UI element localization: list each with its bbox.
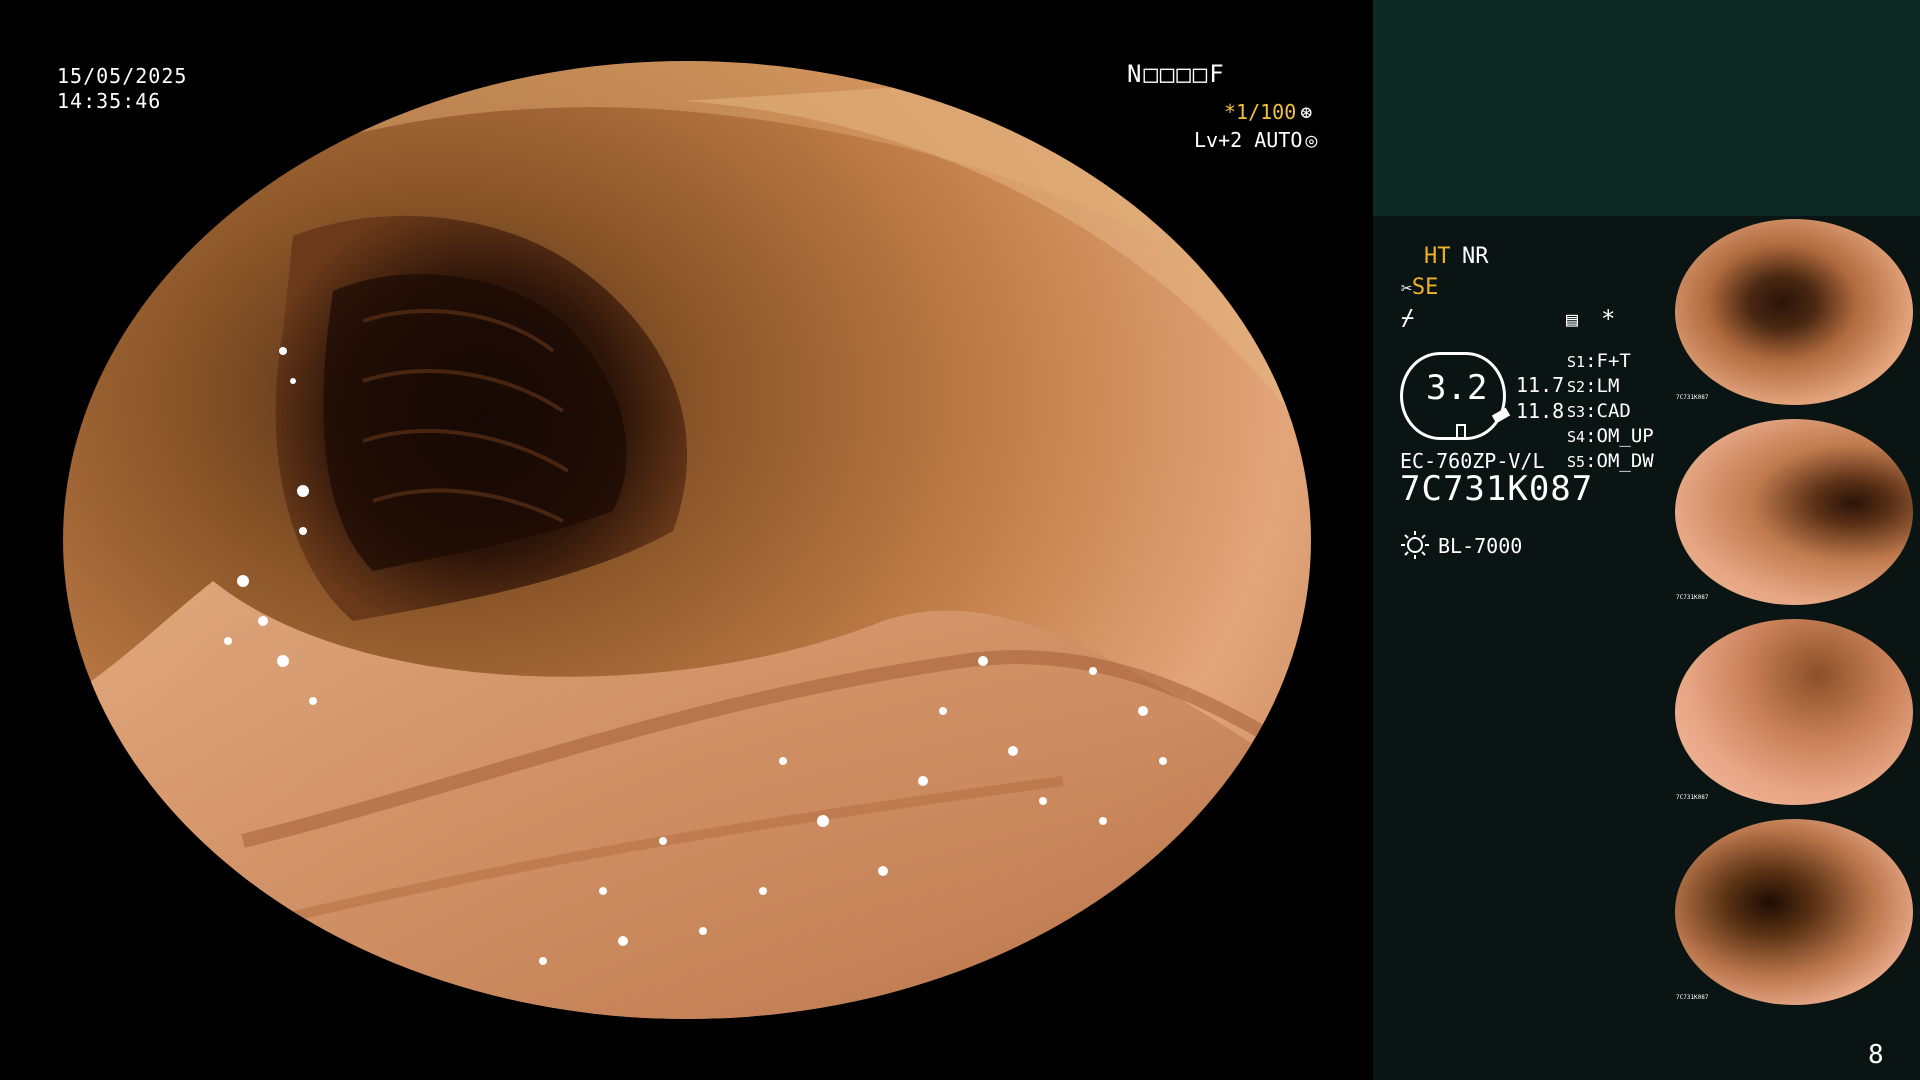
- nr-indicator: NR: [1462, 244, 1489, 269]
- switch-s4: S4:OM_UP: [1567, 425, 1654, 447]
- zoom-dial-notch: [1456, 424, 1466, 438]
- memo-icon: ▤: [1566, 307, 1579, 331]
- zoom-dial-value: 3.2: [1426, 368, 1488, 408]
- endoscope-view: 15/05/2025 14:35:46 N□□□□F *1/100 ⊛ Lv+2 …: [0, 0, 1373, 1080]
- switch-s2: S2:LM: [1567, 375, 1620, 397]
- time-readout: 14:35:46: [57, 89, 162, 113]
- thumbnail-image: [1675, 619, 1913, 805]
- value-readout-2: 11.8: [1516, 399, 1565, 423]
- page-number: 8: [1868, 1040, 1884, 1070]
- star-indicator: *: [1601, 305, 1616, 333]
- thumbnail-serial: 7C731K087: [1676, 994, 1709, 1001]
- endoscopic-image: [63, 61, 1311, 1019]
- thumbnail-image: [1675, 419, 1913, 605]
- scope-serial: 7C731K087: [1400, 469, 1594, 509]
- shutter-value: *1/100: [1224, 100, 1297, 124]
- shutter-readout-row: *1/100 ⊛: [1224, 100, 1312, 124]
- thumbnail-4[interactable]: 7C731K087: [1672, 816, 1918, 1010]
- thumbnail-serial: 7C731K087: [1676, 594, 1709, 601]
- flash-off-icon: ⌿: [1401, 306, 1415, 331]
- colon-lumen-illustration: [63, 61, 1311, 1019]
- switch-s1: S1:F+T: [1567, 350, 1631, 372]
- auto-icon: ◎: [1305, 128, 1318, 152]
- thumbnail-image: [1675, 219, 1913, 405]
- thumbnail-serial: 7C731K087: [1676, 794, 1709, 801]
- thumbnail-1[interactable]: 7C731K087: [1672, 216, 1918, 410]
- ht-indicator: HT: [1424, 244, 1451, 269]
- thumbnail-image: [1675, 819, 1913, 1005]
- date-readout: 15/05/2025: [57, 64, 188, 88]
- patient-code: N□□□□F: [1127, 60, 1226, 88]
- thumbnail-serial: 7C731K087: [1676, 394, 1709, 401]
- light-source-icon: [1401, 531, 1429, 559]
- scissors-icon: ✂: [1401, 278, 1412, 299]
- value-readout-1: 11.7: [1516, 373, 1565, 397]
- info-panel-header: [1373, 0, 1920, 216]
- thumbnail-3[interactable]: 7C731K087: [1672, 616, 1918, 810]
- light-source: BL-7000: [1438, 534, 1523, 558]
- thumbnail-2[interactable]: 7C731K087: [1672, 416, 1918, 610]
- switch-s3: S3:CAD: [1567, 400, 1631, 422]
- se-indicator: SE: [1411, 275, 1439, 300]
- se-row: ✂SE: [1401, 275, 1438, 302]
- shutter-icon: ⊛: [1300, 100, 1313, 124]
- level-value: Lv+2 AUTO: [1194, 128, 1303, 152]
- level-readout-row: Lv+2 AUTO ◎: [1194, 128, 1317, 152]
